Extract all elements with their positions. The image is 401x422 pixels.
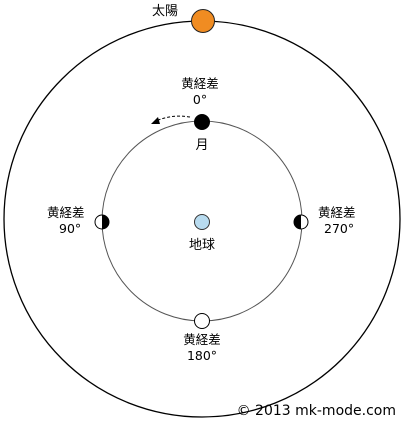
earth-icon <box>194 214 210 230</box>
sun-label: 太陽 <box>152 4 178 19</box>
moon-phase-diagram: 太陽 地球 月 黄経差 0° 黄経差 90° 黄経差 180° 黄経差 270°… <box>3 4 401 419</box>
position-90-degree: 90° <box>59 221 81 236</box>
new-moon-icon <box>194 114 210 130</box>
position-90-label: 黄経差 <box>47 205 85 220</box>
arrowhead-icon <box>151 117 160 124</box>
position-180-degree: 180° <box>187 348 217 363</box>
position-0-degree: 0° <box>193 92 207 107</box>
sun-icon <box>191 9 215 33</box>
full-moon-icon <box>194 313 210 329</box>
position-0-label: 黄経差 <box>181 76 219 91</box>
position-180-label: 黄経差 <box>183 332 221 347</box>
position-270-degree: 270° <box>324 221 354 236</box>
orbit-direction-arrow <box>155 115 191 122</box>
copyright-text: © 2013 mk-mode.com <box>237 403 396 419</box>
earth-label: 地球 <box>189 238 215 253</box>
last-quarter-moon-icon <box>293 214 309 230</box>
position-270-label: 黄経差 <box>318 205 356 220</box>
moon-label: 月 <box>195 138 208 153</box>
first-quarter-moon-icon <box>94 214 110 230</box>
